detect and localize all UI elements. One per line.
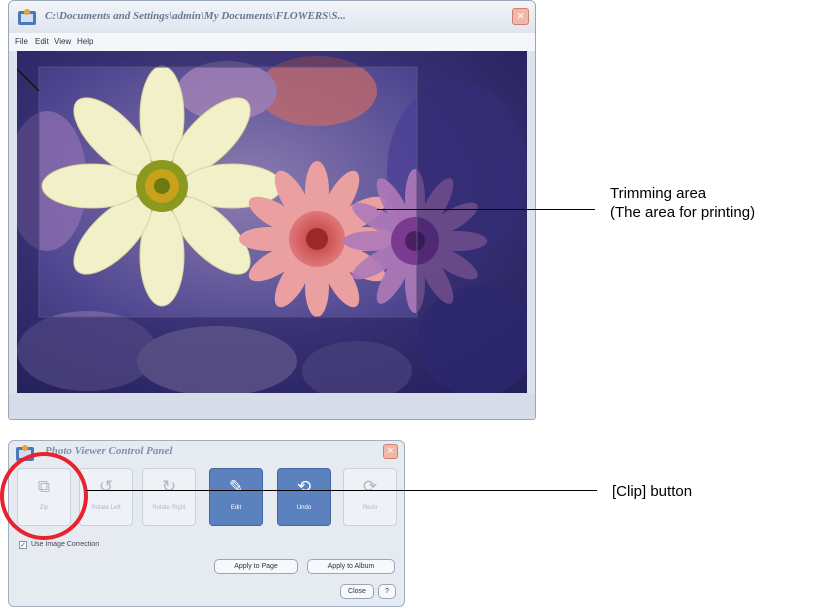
edit-icon: ✎ <box>228 477 244 496</box>
redo-button-label: Redo <box>362 505 378 511</box>
highlight-ring <box>0 452 88 540</box>
apply-to-album-button[interactable]: Apply to Album <box>307 559 395 574</box>
flower-photo <box>17 51 527 393</box>
rotate-right-icon: ↻ <box>161 477 177 496</box>
app-icon <box>18 9 36 25</box>
trimming-area-sublabel: (The area for printing) <box>610 204 756 221</box>
window-title: C:\Documents and Settings\admin\My Docum… <box>45 10 346 22</box>
trimming-area-label: Trimming area <box>610 185 707 202</box>
undo-icon: ⟲ <box>296 477 312 496</box>
panel-title: Photo Viewer Control Panel <box>45 445 173 457</box>
help-button[interactable]: ? <box>378 584 396 599</box>
apply-to-page-button[interactable]: Apply to Page <box>214 559 298 574</box>
menu-file[interactable]: File <box>15 37 28 46</box>
use-image-correction-label: Use Image Correction <box>31 541 100 548</box>
title-bar[interactable]: C:\Documents and Settings\admin\My Docum… <box>9 1 535 33</box>
menu-view[interactable]: View <box>54 37 71 46</box>
menu-bar: File Edit View Help <box>9 33 535 51</box>
undo-button[interactable]: ⟲ Undo <box>277 468 331 526</box>
clip-button-leader-line <box>86 490 597 491</box>
redo-icon: ⟳ <box>362 477 378 496</box>
edit-button[interactable]: ✎ Edit <box>209 468 263 526</box>
rotate-left-label: Rotate Left <box>91 505 121 511</box>
close-button[interactable]: Close <box>340 584 374 599</box>
trimming-area-leader-line <box>377 209 595 210</box>
clip-button-callout: [Clip] button <box>612 483 693 500</box>
undo-button-label: Undo <box>296 505 312 511</box>
close-icon[interactable]: × <box>383 444 398 459</box>
menu-edit[interactable]: Edit <box>35 37 49 46</box>
rotate-right-button[interactable]: ↻ Rotate Right <box>142 468 196 526</box>
status-bar <box>9 393 535 419</box>
photo-viewer-window: C:\Documents and Settings\admin\My Docum… <box>8 0 536 420</box>
edit-button-label: Edit <box>230 505 242 511</box>
close-icon[interactable]: × <box>512 8 529 25</box>
rotate-right-label: Rotate Right <box>152 505 186 511</box>
photo-canvas[interactable] <box>17 51 527 393</box>
menu-help[interactable]: Help <box>77 37 93 46</box>
redo-button[interactable]: ⟳ Redo <box>343 468 397 526</box>
trimming-area-callout: Trimming area (The area for printing) <box>610 184 755 222</box>
use-image-correction-checkbox[interactable]: ✓ <box>19 541 27 549</box>
